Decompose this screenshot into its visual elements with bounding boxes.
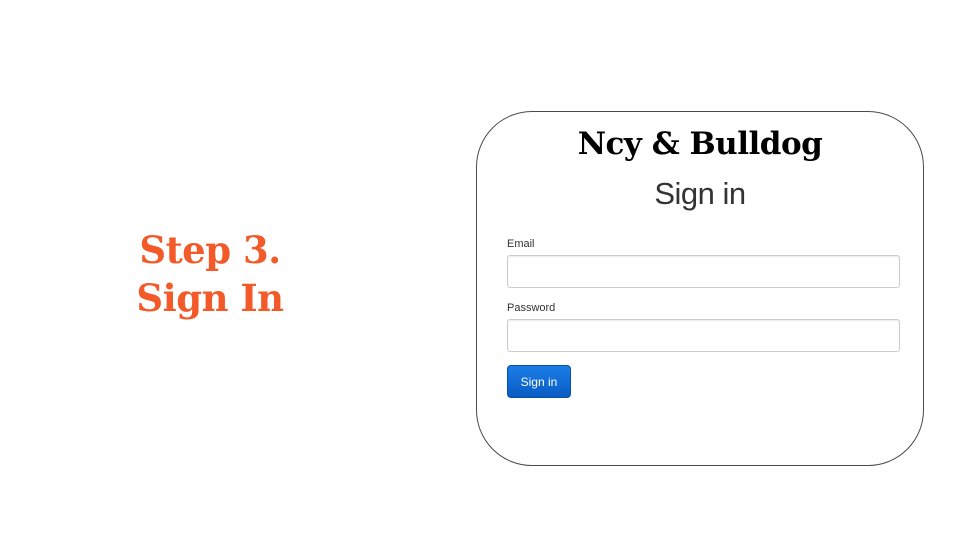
sign-in-heading: Sign in: [654, 176, 746, 211]
step-number-label: Step 3.: [139, 228, 281, 272]
password-label: Password: [507, 302, 556, 314]
step-title: Step 3. Sign In: [110, 226, 310, 322]
sign-in-card: Ncy & Bulldog Sign in Email Password Sig…: [476, 111, 924, 466]
email-field[interactable]: [507, 255, 900, 288]
email-label: Email: [507, 238, 535, 250]
step-description-label: Sign In: [136, 276, 284, 320]
brand-title: Ncy & Bulldog: [577, 126, 823, 162]
password-field[interactable]: [507, 319, 900, 352]
sign-in-button[interactable]: Sign in: [507, 365, 571, 398]
